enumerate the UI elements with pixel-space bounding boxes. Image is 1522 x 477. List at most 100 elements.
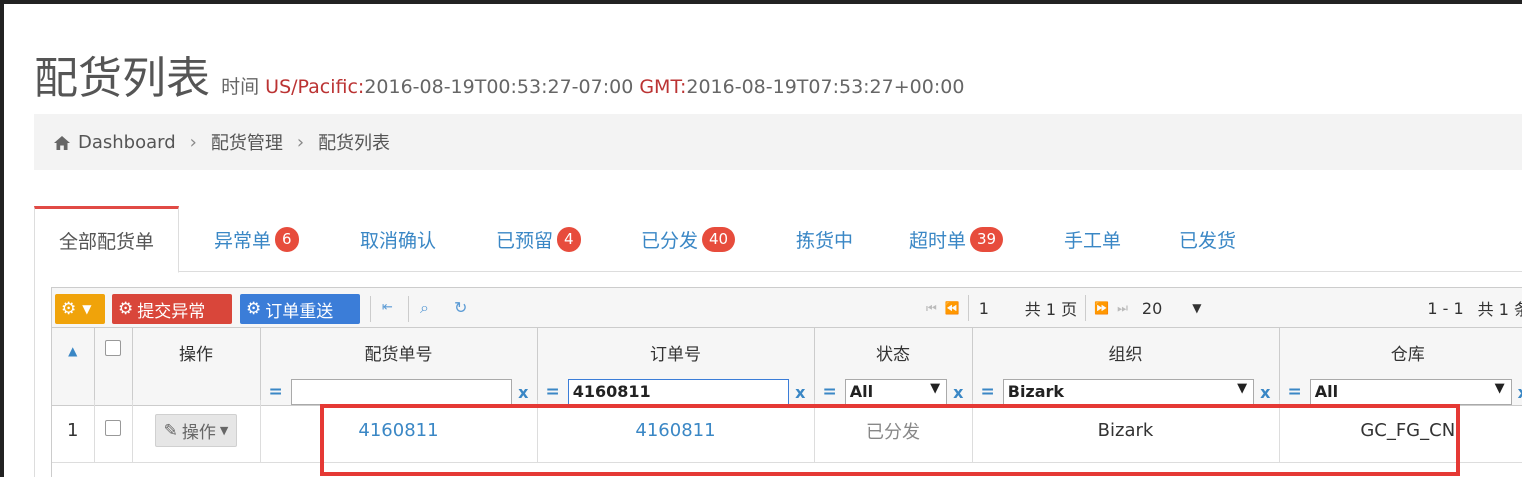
time-info: 时间 US/Pacific:2016-08-19T00:53:27-07:00 … bbox=[221, 76, 964, 98]
gears-icon: ⚙ bbox=[118, 299, 133, 319]
record-range: 1 - 1 bbox=[1427, 299, 1463, 318]
tab-label: 超时单 bbox=[909, 226, 966, 253]
pager: ⏮ ⏪ 1 共 1 页 ⏩ ⏭ 20 ▼ bbox=[926, 288, 1201, 328]
total-pages: 共 1 页 bbox=[1025, 296, 1077, 320]
home-icon bbox=[54, 136, 70, 150]
gears-icon: ⚙ bbox=[246, 299, 261, 319]
time-gmt: 2016-08-19T07:53:27+00:00 bbox=[686, 76, 964, 98]
tab-label: 拣货中 bbox=[796, 226, 853, 253]
next-page-icon[interactable]: ⏩ bbox=[1094, 301, 1109, 315]
select-all-checkbox[interactable] bbox=[105, 340, 121, 356]
tab-timeout[interactable]: 超时单39 bbox=[909, 206, 1003, 272]
resend-order-button[interactable]: ⚙订单重送 bbox=[240, 294, 360, 324]
column-label: 配货单号 bbox=[261, 340, 537, 365]
allocation-no-link[interactable]: 4160811 bbox=[358, 420, 438, 441]
select-value: All bbox=[1315, 382, 1338, 401]
row-action-button[interactable]: ✎ 操作 ▼ bbox=[155, 414, 238, 447]
table-row[interactable]: 1 ✎ 操作 ▼ 4160811 4160811 已分发 Bizark GC_F… bbox=[52, 400, 1522, 462]
clear-filter-button[interactable]: x bbox=[1260, 383, 1270, 402]
page-title: 配货列表 bbox=[34, 53, 210, 104]
filter-operator[interactable]: = bbox=[546, 382, 560, 402]
breadcrumb-dashboard[interactable]: Dashboard bbox=[78, 132, 176, 153]
column-label: 仓库 bbox=[1280, 340, 1522, 365]
tab-picking[interactable]: 拣货中 bbox=[796, 206, 853, 272]
chevron-down-icon: ▼ bbox=[82, 302, 91, 316]
breadcrumb: Dashboard › 配货管理 › 配货列表 bbox=[34, 114, 1522, 170]
page-size-select[interactable]: 20 ▼ bbox=[1142, 299, 1202, 318]
submit-exception-button[interactable]: ⚙提交异常 bbox=[112, 294, 232, 324]
tab-shipped[interactable]: 已发货 bbox=[1179, 206, 1236, 272]
chevron-down-icon: ▼ bbox=[1495, 381, 1505, 396]
collapse-left-icon[interactable]: ⇤ bbox=[382, 300, 393, 315]
tab-cancel-confirm[interactable]: 取消确认 bbox=[360, 206, 436, 272]
col-header-order-no[interactable]: 订单号 = 4160811 x bbox=[537, 328, 814, 406]
tz-gmt-label: GMT: bbox=[639, 76, 686, 98]
page-input[interactable]: 1 bbox=[979, 299, 1019, 318]
chevron-down-icon: ▼ bbox=[220, 424, 228, 437]
order-no-link[interactable]: 4160811 bbox=[635, 420, 715, 441]
pager-divider bbox=[968, 295, 969, 321]
warehouse-cell: GC_FG_CN bbox=[1279, 400, 1522, 462]
page-header: 配货列表 时间 US/Pacific:2016-08-19T00:53:27-0… bbox=[34, 42, 964, 106]
grid-body: 1 ✎ 操作 ▼ 4160811 4160811 已分发 Bizark GC_F… bbox=[52, 400, 1522, 463]
column-label: 组织 bbox=[973, 340, 1279, 365]
tab-manual[interactable]: 手工单 bbox=[1064, 206, 1121, 272]
filter-operator[interactable]: = bbox=[269, 382, 283, 402]
status-cell: 已分发 bbox=[814, 400, 972, 462]
count-badge: 4 bbox=[557, 227, 581, 252]
clear-filter-button[interactable]: x bbox=[518, 383, 528, 402]
tab-label: 已分发 bbox=[641, 226, 698, 253]
clear-filter-button[interactable]: x bbox=[953, 383, 963, 402]
order-no-cell: 4160811 bbox=[537, 400, 814, 462]
col-header-org[interactable]: 组织 = Bizark▼ x bbox=[972, 328, 1279, 406]
time-pacific: 2016-08-19T00:53:27-07:00 bbox=[364, 76, 633, 98]
filter-operator[interactable]: = bbox=[981, 382, 995, 402]
button-label: 操作 bbox=[182, 418, 216, 443]
clear-filter-button[interactable]: x bbox=[795, 383, 805, 402]
filter-operator[interactable]: = bbox=[823, 382, 837, 402]
column-label: 状态 bbox=[815, 340, 972, 365]
row-checkbox[interactable] bbox=[105, 420, 121, 436]
page: 配货列表 时间 US/Pacific:2016-08-19T00:53:27-0… bbox=[4, 4, 1522, 477]
breadcrumb-separator: › bbox=[190, 132, 197, 153]
col-header-warehouse[interactable]: 仓库 = All ▼ x bbox=[1279, 328, 1522, 406]
col-header-action: 操作 bbox=[132, 328, 260, 406]
filter-operator[interactable]: = bbox=[1288, 382, 1302, 402]
data-grid: ⚙▼ ⚙提交异常 ⚙订单重送 ⇤ ⌕ ↻ ⏮ ⏪ 1 共 1 页 bbox=[51, 287, 1522, 477]
tab-distributed[interactable]: 已分发40 bbox=[641, 206, 735, 272]
first-page-icon[interactable]: ⏮ bbox=[926, 301, 937, 316]
column-label: 订单号 bbox=[538, 340, 814, 365]
col-header-status[interactable]: 状态 = All▼ x bbox=[814, 328, 972, 406]
breadcrumb-allocation-list: 配货列表 bbox=[318, 129, 390, 155]
gear-icon: ⚙ bbox=[61, 299, 76, 319]
tab-bar: 全部配货单 异常单6 取消确认 已预留4 已分发40 拣货中 超时单39 手工单… bbox=[34, 206, 1522, 272]
tab-all[interactable]: 全部配货单 bbox=[34, 206, 179, 273]
grid-toolbar: ⚙▼ ⚙提交异常 ⚙订单重送 ⇤ ⌕ ↻ ⏮ ⏪ 1 共 1 页 bbox=[52, 288, 1522, 328]
breadcrumb-separator: › bbox=[297, 132, 304, 153]
refresh-icon[interactable]: ↻ bbox=[454, 298, 467, 317]
settings-dropdown-button[interactable]: ⚙▼ bbox=[55, 294, 105, 324]
page-size-value: 20 bbox=[1142, 299, 1162, 318]
chevron-down-icon: ▼ bbox=[930, 381, 940, 396]
tab-label: 异常单 bbox=[214, 226, 271, 253]
tab-reserved[interactable]: 已预留4 bbox=[496, 206, 581, 272]
sort-toggle[interactable]: ▲ bbox=[52, 328, 94, 406]
chevron-up-icon: ▲ bbox=[68, 344, 77, 358]
allocation-no-cell: 4160811 bbox=[260, 400, 537, 462]
tab-panel: ⚙▼ ⚙提交异常 ⚙订单重送 ⇤ ⌕ ↻ ⏮ ⏪ 1 共 1 页 bbox=[34, 271, 1522, 477]
last-page-icon[interactable]: ⏭ bbox=[1117, 301, 1128, 316]
prev-page-icon[interactable]: ⏪ bbox=[945, 301, 960, 315]
breadcrumb-allocation-mgmt[interactable]: 配货管理 bbox=[211, 129, 283, 155]
record-info: 1 - 1 共 1 条 bbox=[1427, 288, 1522, 328]
search-icon[interactable]: ⌕ bbox=[420, 298, 429, 318]
row-action-cell: ✎ 操作 ▼ bbox=[132, 400, 260, 462]
col-header-allocation-no[interactable]: 配货单号 = x bbox=[260, 328, 537, 406]
button-label: 提交异常 bbox=[137, 297, 205, 322]
chevron-down-icon: ▼ bbox=[1192, 301, 1201, 315]
column-label: 操作 bbox=[179, 345, 213, 365]
tz-pacific-label: US/Pacific: bbox=[265, 76, 364, 98]
tab-exception[interactable]: 异常单6 bbox=[214, 206, 299, 272]
clear-filter-button[interactable]: x bbox=[1518, 383, 1522, 402]
row-select-cell bbox=[94, 400, 132, 462]
tab-label: 手工单 bbox=[1064, 226, 1121, 253]
